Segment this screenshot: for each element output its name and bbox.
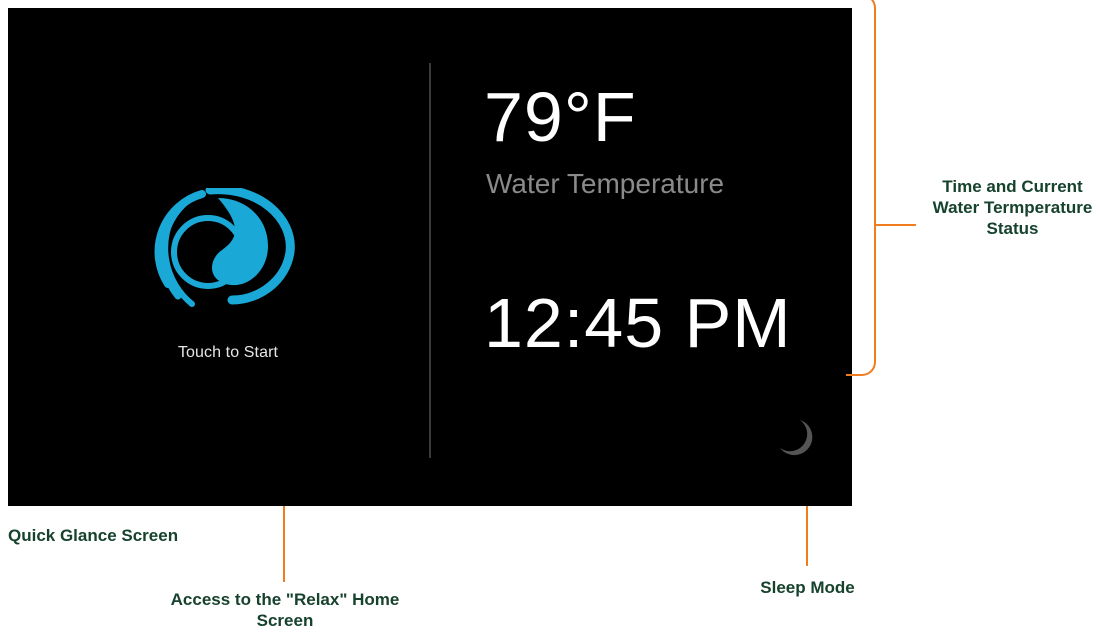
sleep-annotation: Sleep Mode <box>760 578 855 597</box>
touch-to-start-label: Touch to Start <box>177 344 279 361</box>
water-temperature-label: Water Temperature <box>486 168 725 199</box>
vertical-divider <box>429 63 431 458</box>
status-callout-line <box>876 224 916 226</box>
quick-glance-screen: Touch to Start 79°F Water Temperature 12… <box>8 8 852 506</box>
current-time: 12:45 PM <box>484 284 792 362</box>
status-annotation: Time and Current Water Termperature Stat… <box>932 177 1093 238</box>
wave-swirl-logo-icon <box>154 188 295 307</box>
water-temperature-value: 79°F <box>484 78 637 156</box>
crescent-moon-icon[interactable] <box>774 416 818 460</box>
touch-to-start-button[interactable]: Touch to Start <box>118 188 318 388</box>
screen-name-annotation: Quick Glance Screen <box>8 526 179 545</box>
sleep-callout-line <box>806 506 808 566</box>
relax-callout-line <box>283 506 285 582</box>
relax-access-annotation: Access to the "Relax" Home Screen <box>170 590 400 630</box>
status-bracket <box>846 0 876 376</box>
